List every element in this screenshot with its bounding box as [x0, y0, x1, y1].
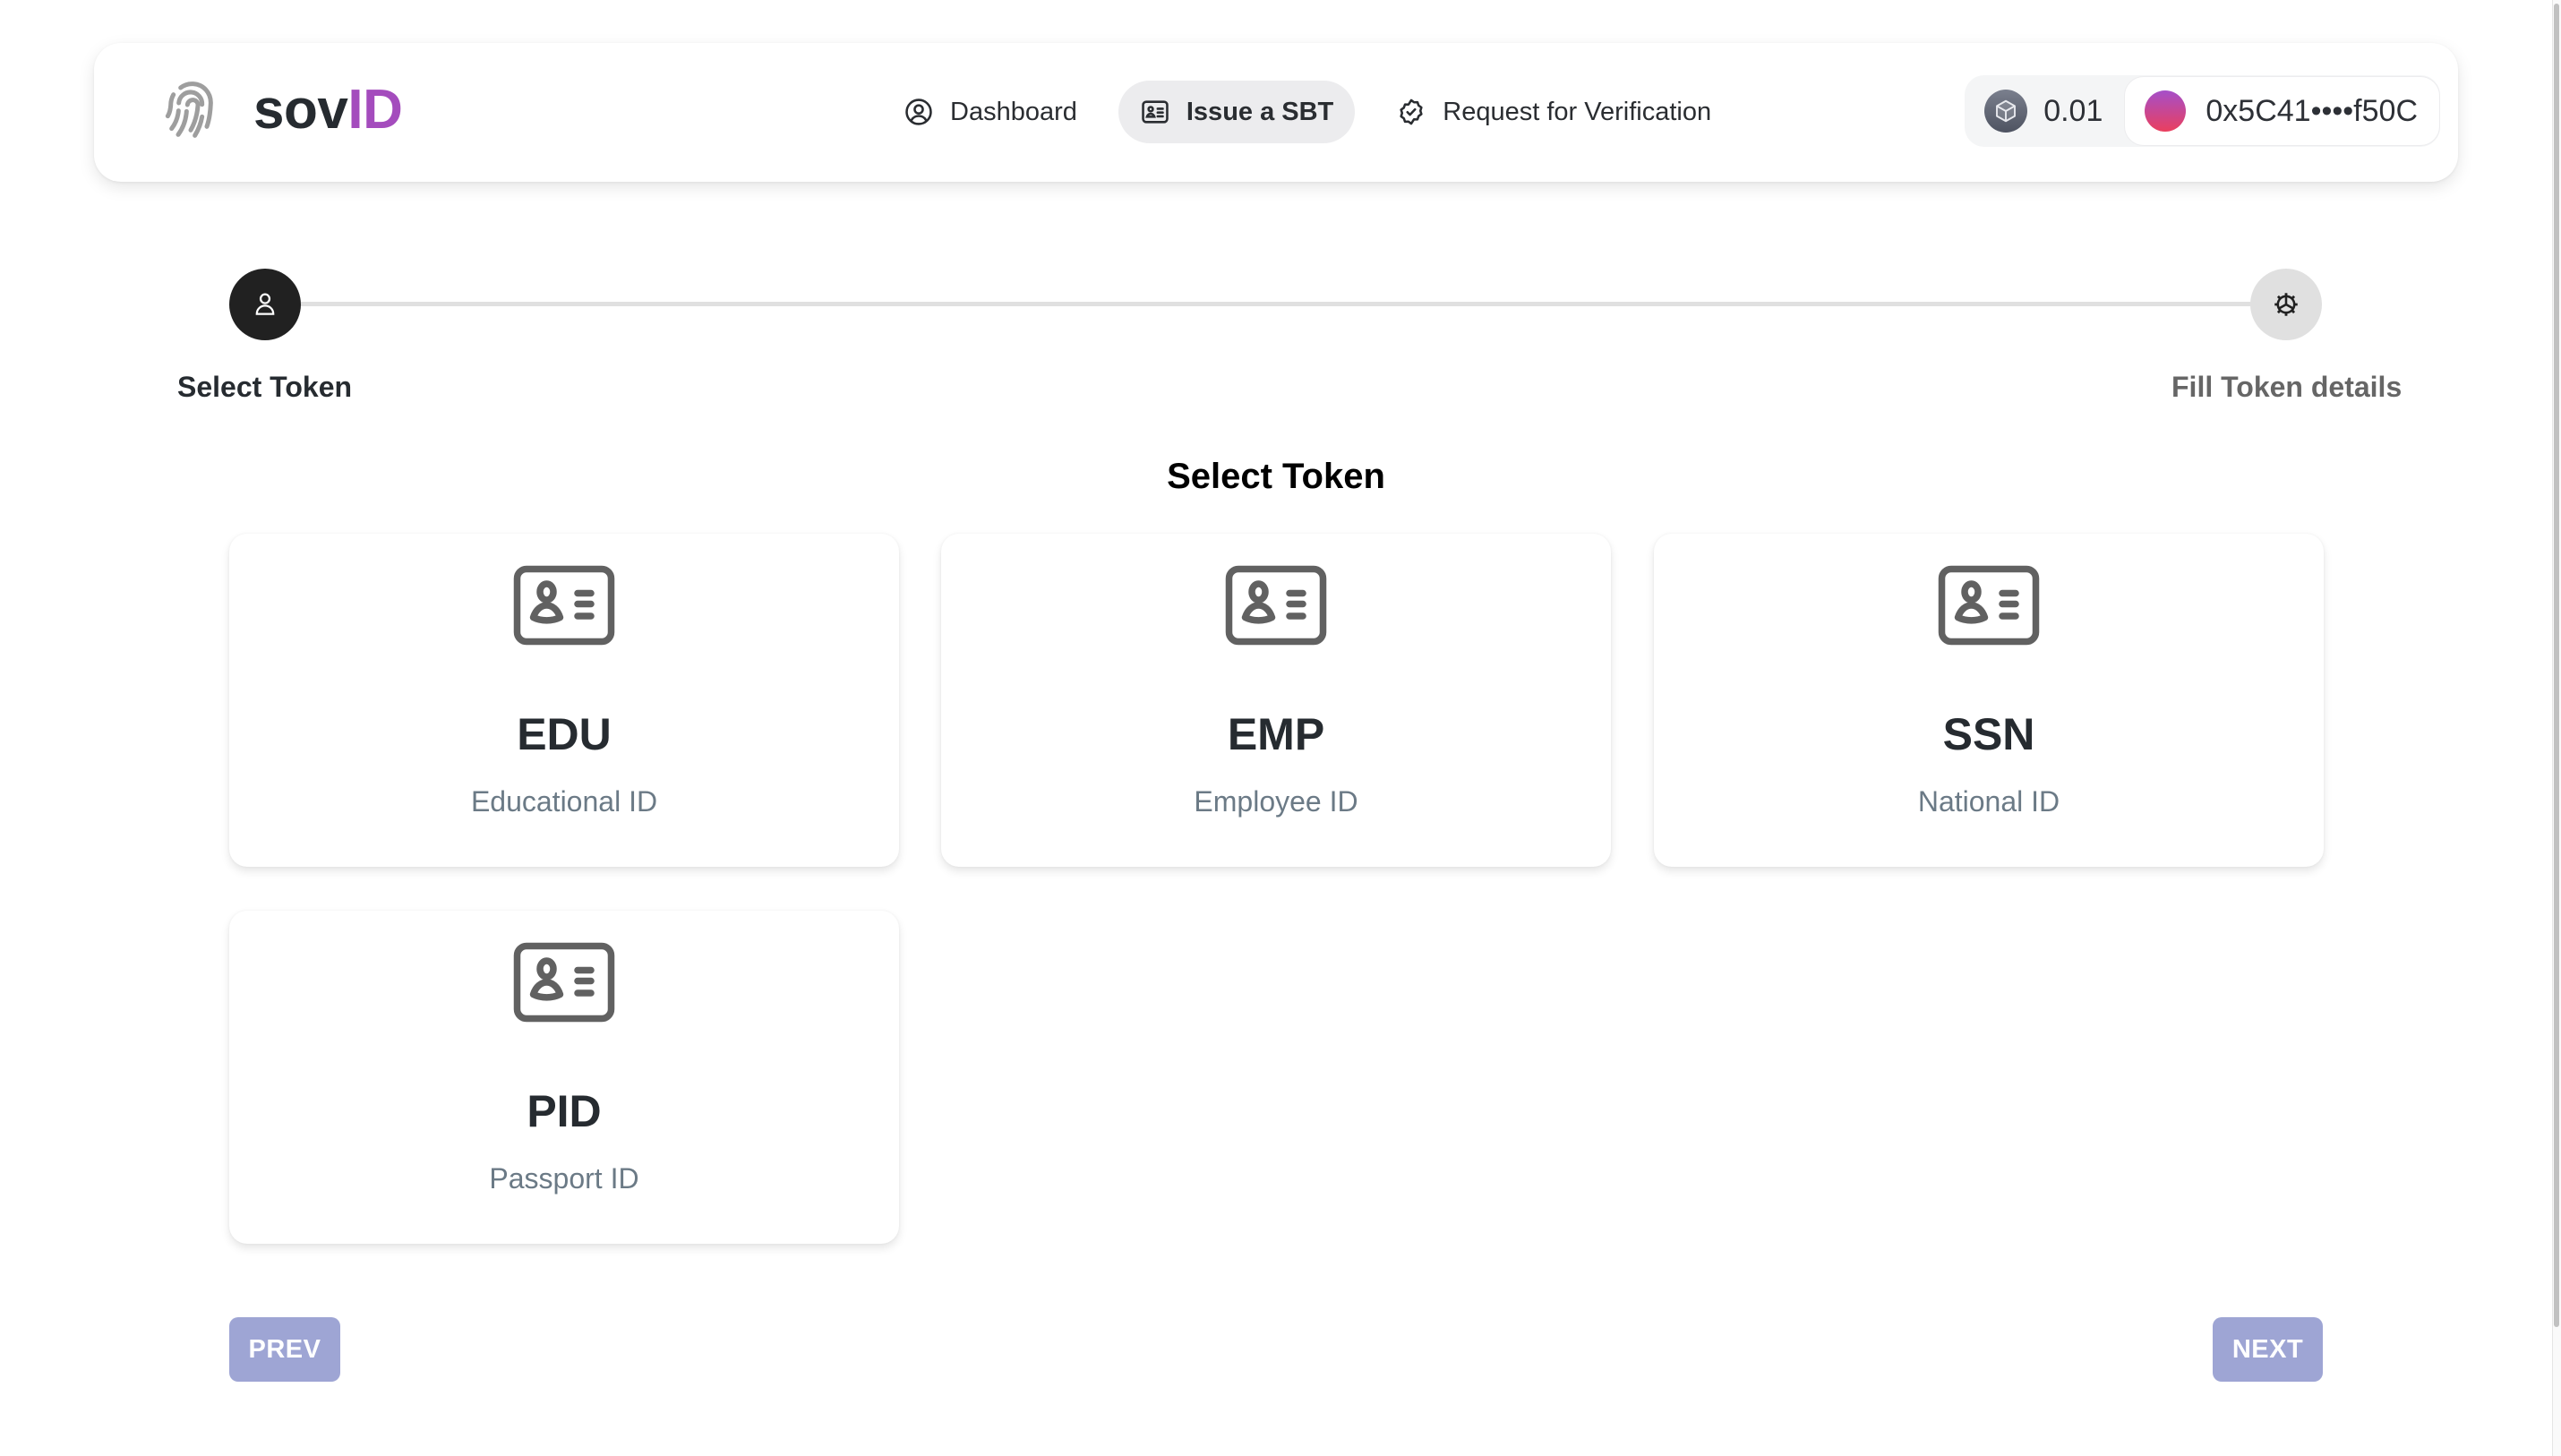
nav-issue-sbt[interactable]: Issue a SBT: [1118, 81, 1356, 143]
token-card-emp[interactable]: EMP Employee ID: [941, 534, 1611, 867]
step-fill-details-indicator[interactable]: [2250, 269, 2322, 340]
next-button[interactable]: NEXT: [2213, 1317, 2323, 1382]
token-card-ssn[interactable]: SSN National ID: [1654, 534, 2324, 867]
token-description: National ID: [1917, 785, 2060, 818]
stepper-connector: [301, 302, 2253, 306]
nav-request-verification[interactable]: Request for Verification: [1375, 81, 1733, 143]
scrollbar-thumb[interactable]: [2554, 4, 2559, 1327]
token-description: Employee ID: [1194, 785, 1358, 818]
brand-name-part2: ID: [347, 79, 403, 141]
chain-badge: [1984, 90, 2028, 133]
user-icon: [255, 293, 275, 315]
token-code: EDU: [517, 709, 612, 759]
nav-request-verification-label: Request for Verification: [1443, 97, 1712, 126]
fingerprint-icon: [165, 81, 213, 138]
wallet-balance: 0.01: [2043, 93, 2103, 128]
cube-icon: [1996, 99, 2017, 123]
account-avatar: [2145, 90, 2187, 132]
id-card-icon: [513, 565, 615, 646]
id-card-icon: [1142, 100, 1169, 124]
account-button[interactable]: 0x5C41••••f50C: [2124, 76, 2440, 146]
id-card-icon: [1225, 565, 1327, 646]
token-description: Passport ID: [489, 1162, 639, 1195]
nav-issue-sbt-label: Issue a SBT: [1186, 97, 1334, 126]
gear-icon: [2274, 293, 2298, 316]
token-code: SSN: [1942, 709, 2035, 759]
section-title: Select Token: [1167, 457, 1385, 496]
step-select-token-indicator[interactable]: [229, 269, 301, 340]
nav-dashboard-label: Dashboard: [950, 97, 1077, 126]
step-fill-details-label: Fill Token details: [2171, 371, 2403, 403]
brand-name: sovID: [253, 79, 403, 141]
logo[interactable]: sovID: [157, 73, 403, 147]
token-card-edu[interactable]: EDU Educational ID: [229, 534, 899, 867]
token-description: Educational ID: [470, 785, 658, 818]
id-card-icon: [1938, 565, 2040, 646]
badge-check-icon: [1400, 98, 1423, 125]
step-select-token-label: Select Token: [177, 371, 353, 403]
wallet-address: 0x5C41••••f50C: [2206, 93, 2418, 128]
chain-balance-button[interactable]: 0.01: [1965, 75, 2124, 147]
user-circle-icon: [905, 98, 932, 125]
wallet-widget: 0.01 0x5C41••••f50C: [1965, 75, 2440, 147]
main-nav: Dashboard Issue a SBT Request for Verifi…: [882, 81, 1733, 143]
token-code: PID: [527, 1086, 602, 1136]
token-card-pid[interactable]: PID Passport ID: [229, 911, 899, 1244]
brand-name-part1: sov: [253, 79, 348, 141]
top-navbar: sovID Dashboard Issue a SBT Request for …: [94, 43, 2458, 182]
token-code: EMP: [1227, 709, 1325, 759]
nav-dashboard[interactable]: Dashboard: [882, 81, 1099, 143]
id-card-icon: [513, 942, 615, 1023]
prev-button[interactable]: PREV: [229, 1317, 340, 1382]
